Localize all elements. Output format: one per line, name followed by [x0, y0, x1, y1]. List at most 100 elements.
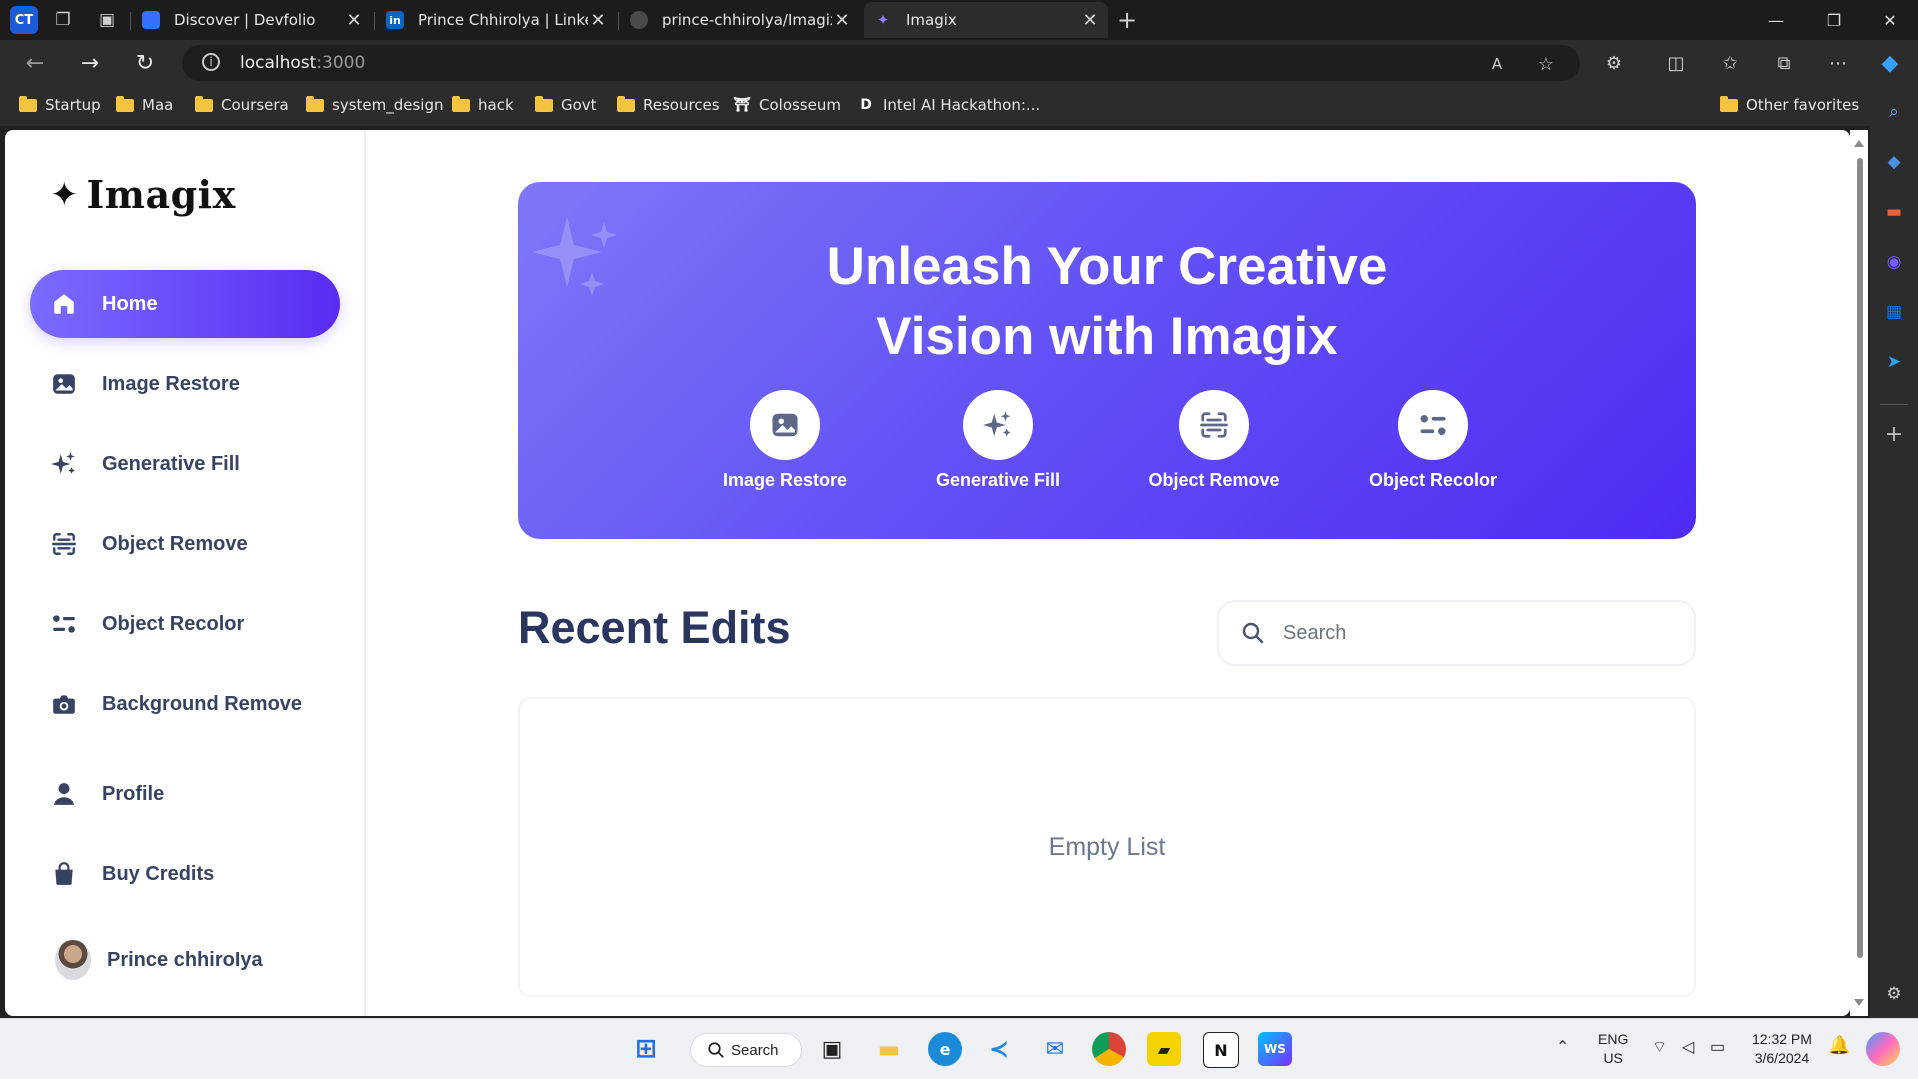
read-aloud-icon[interactable]: A	[1485, 52, 1509, 76]
nav-object-remove[interactable]: Object Remove	[30, 510, 340, 578]
scroll-thumb[interactable]	[1857, 158, 1863, 958]
workspaces-icon[interactable]: ❐	[52, 9, 74, 31]
nav-image-restore[interactable]: Image Restore	[30, 350, 340, 418]
hero-banner: Unleash Your Creative Vision with Imagix…	[518, 182, 1696, 539]
minimize-icon[interactable]: —	[1756, 8, 1796, 32]
copilot-taskbar-icon[interactable]	[1866, 1032, 1900, 1066]
nav-home[interactable]: Home	[30, 270, 340, 338]
favorite-star-icon[interactable]: ☆	[1534, 52, 1558, 76]
taskbar-search[interactable]: Search	[690, 1033, 802, 1067]
wifi-icon[interactable]: ⌔	[1652, 1037, 1667, 1057]
close-tab-icon[interactable]: ✕	[832, 10, 852, 31]
tool-object-recolor[interactable]: Object Recolor	[1333, 390, 1533, 491]
mail-icon[interactable]: ✉	[1038, 1032, 1072, 1066]
chrome-icon[interactable]	[1092, 1032, 1126, 1066]
tool-label: Image Restore	[722, 470, 848, 490]
bookmark-hack[interactable]: hack	[452, 95, 514, 114]
nav-label: Object Recolor	[102, 612, 245, 635]
games-icon[interactable]: ◉	[1882, 250, 1906, 274]
battery-icon[interactable]: ▭	[1710, 1037, 1725, 1057]
notion-icon[interactable]: N	[1203, 1032, 1239, 1068]
browser-profile-badge[interactable]: CT	[10, 6, 38, 34]
hero-title: Unleash Your Creative Vision with Imagix	[826, 237, 1388, 366]
tab-separator	[618, 12, 619, 30]
folder-icon	[1720, 95, 1738, 112]
bookmark-colosseum[interactable]: ⛩ Colosseum	[733, 96, 841, 114]
tab-devfolio[interactable]: Discover | Devfolio ✕	[132, 2, 372, 38]
more-icon[interactable]: ⋯	[1826, 51, 1850, 75]
close-tab-icon[interactable]: ✕	[1080, 10, 1100, 31]
file-explorer-icon[interactable]: ▬	[872, 1032, 906, 1066]
start-icon[interactable]: ⊞	[629, 1032, 663, 1066]
bookmark-coursera[interactable]: Coursera	[195, 95, 289, 114]
browser-tab-bar: CT ❐ ▣ Discover | Devfolio ✕ in Prince C…	[0, 0, 1918, 40]
search-sidebar-icon[interactable]: ⌕	[1882, 100, 1906, 124]
page-viewport: ✦ Imagix Home Image Restore Generative F…	[5, 130, 1850, 1016]
camera-icon	[50, 690, 78, 718]
bookmark-other-favorites[interactable]: Other favorites	[1720, 95, 1859, 114]
nav-object-recolor[interactable]: Object Recolor	[30, 590, 340, 658]
settings-icon[interactable]: ⚙	[1882, 982, 1906, 1006]
search-box[interactable]	[1217, 600, 1696, 666]
language-indicator[interactable]: ENG US	[1598, 1030, 1628, 1068]
scroll-up-icon[interactable]	[1854, 140, 1864, 147]
shopping-tag-icon[interactable]: ◆	[1882, 150, 1906, 174]
nav-background-remove[interactable]: Background Remove	[30, 670, 340, 738]
back-icon[interactable]: ←	[22, 50, 48, 76]
tool-object-remove[interactable]: Object Remove	[1114, 390, 1314, 491]
page-scrollbar[interactable]	[1850, 130, 1868, 1016]
app-logo[interactable]: ✦ Imagix	[50, 172, 236, 217]
tab-separator	[130, 12, 131, 30]
bookmark-maa[interactable]: Maa	[116, 95, 173, 114]
extensions-icon[interactable]: ⚙	[1602, 51, 1626, 75]
bookmark-resources[interactable]: Resources	[617, 95, 720, 114]
clock[interactable]: 12:32 PM 3/6/2024	[1752, 1030, 1812, 1068]
search-input[interactable]	[1281, 620, 1665, 646]
collections-icon[interactable]: ⧉	[1772, 51, 1796, 75]
close-tab-icon[interactable]: ✕	[588, 10, 608, 31]
tray-overflow-icon[interactable]: ⌃	[1556, 1037, 1569, 1057]
user-profile-link[interactable]: Prince chhiroIya	[55, 940, 263, 980]
webstorm-icon[interactable]: WS	[1258, 1032, 1292, 1066]
split-screen-icon[interactable]: ◫	[1664, 51, 1688, 75]
add-icon[interactable]: +	[1882, 422, 1906, 447]
close-tab-icon[interactable]: ✕	[344, 10, 364, 31]
site-info-icon[interactable]: i	[202, 53, 220, 71]
bookmark-intel-hackathon[interactable]: D Intel AI Hackathon:...	[857, 96, 1040, 114]
vscode-icon[interactable]: ≺	[982, 1032, 1016, 1066]
volume-icon[interactable]: ◁	[1682, 1037, 1694, 1057]
user-icon	[50, 780, 78, 808]
close-window-icon[interactable]: ✕	[1870, 8, 1910, 32]
bookmark-govt[interactable]: Govt	[535, 95, 597, 114]
devfolio-icon	[142, 11, 160, 29]
url-field[interactable]: i localhost:3000 A ☆	[182, 45, 1580, 81]
tool-generative-fill[interactable]: Generative Fill	[898, 390, 1098, 491]
outlook-icon[interactable]: ▦	[1882, 300, 1906, 324]
favorites-icon[interactable]: ✩	[1718, 51, 1742, 75]
nav-label: Object Remove	[102, 532, 248, 555]
scroll-down-icon[interactable]	[1854, 999, 1864, 1006]
copilot-icon[interactable]: ◆	[1878, 51, 1902, 76]
tool-image-restore[interactable]: Image Restore	[685, 390, 885, 491]
forward-icon[interactable]: →	[77, 50, 103, 76]
refresh-icon[interactable]: ↻	[132, 50, 158, 76]
nav-profile[interactable]: Profile	[30, 760, 340, 828]
filter-icon	[1398, 390, 1468, 460]
nav-generative-fill[interactable]: Generative Fill	[30, 430, 340, 498]
tab-github[interactable]: prince-chhirolya/Imagix ✕	[620, 2, 860, 38]
tab-linkedin[interactable]: in Prince Chhirolya | LinkedIn ✕	[376, 2, 616, 38]
tab-actions-icon[interactable]: ▣	[96, 9, 118, 31]
restore-icon[interactable]: ❐	[1814, 8, 1854, 32]
bookmark-startup[interactable]: Startup	[19, 95, 101, 114]
send-icon[interactable]: ➤	[1882, 350, 1906, 374]
bookmark-system-design[interactable]: system_design	[306, 95, 444, 114]
nav-buy-credits[interactable]: Buy Credits	[30, 840, 340, 908]
task-view-icon[interactable]: ▣	[815, 1032, 849, 1066]
new-tab-button[interactable]: +	[1116, 6, 1138, 34]
sticky-notes-icon[interactable]: ▰	[1147, 1032, 1181, 1066]
tab-imagix[interactable]: ✦ Imagix ✕	[864, 2, 1108, 38]
tools-icon[interactable]: ▬	[1882, 200, 1906, 224]
edge-icon[interactable]: e	[928, 1032, 962, 1066]
tab-label: prince-chhirolya/Imagix	[662, 11, 832, 29]
notification-bell-icon[interactable]: 🔔	[1828, 1035, 1850, 1056]
